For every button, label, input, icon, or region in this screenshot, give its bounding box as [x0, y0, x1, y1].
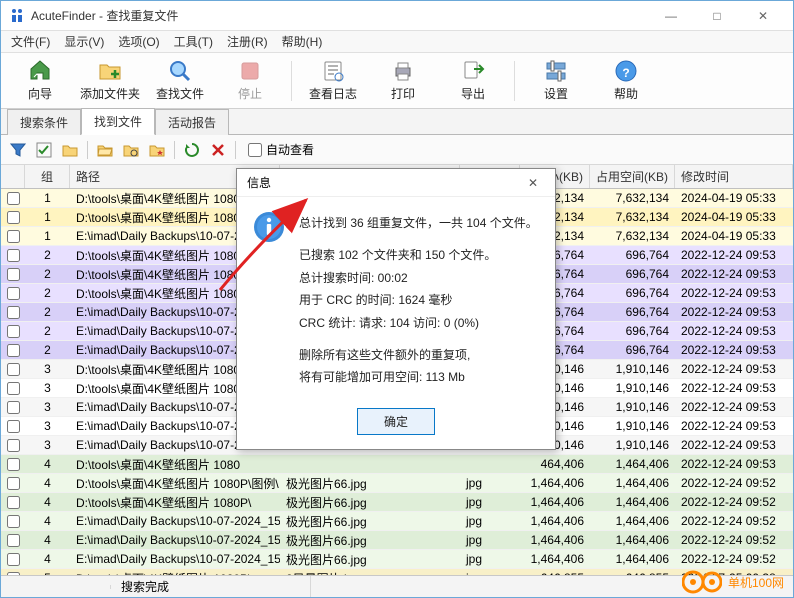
tab[interactable]: 找到文件: [81, 108, 155, 135]
minimize-button[interactable]: —: [649, 2, 693, 30]
column-header[interactable]: 修改时间: [675, 165, 793, 188]
row-checkbox[interactable]: [7, 439, 20, 452]
toolbar: 向导添加文件夹查找文件停止查看日志打印导出设置?帮助: [1, 53, 793, 109]
toolbar-addfolder-button[interactable]: 添加文件夹: [77, 57, 143, 105]
menu-item[interactable]: 文件(F): [5, 31, 56, 52]
table-row[interactable]: 4E:\imad\Daily Backups\10-07-2024_15...极…: [1, 512, 793, 531]
row-checkbox[interactable]: [7, 344, 20, 357]
toolbar-export-button[interactable]: 导出: [440, 57, 506, 105]
row-checkbox[interactable]: [7, 249, 20, 262]
dialog-summary: 总计找到 36 组重复文件，一共 104 个文件。: [299, 213, 539, 233]
row-checkbox[interactable]: [7, 496, 20, 509]
separator: [87, 141, 88, 159]
table-row[interactable]: 4D:\tools\桌面\4K壁纸图片 1080P\极光图片66.jpgjpg1…: [1, 493, 793, 512]
dialog-free: 将有可能增加可用空间: 113 Mb: [299, 367, 539, 387]
menu-item[interactable]: 注册(R): [221, 31, 274, 52]
dialog-stats: 已搜索 102 个文件夹和 150 个文件。: [299, 245, 539, 265]
row-checkbox[interactable]: [7, 363, 20, 376]
row-checkbox[interactable]: [7, 420, 20, 433]
menu-item[interactable]: 显示(V): [58, 31, 110, 52]
menu-item[interactable]: 选项(O): [112, 31, 165, 52]
row-checkbox[interactable]: [7, 268, 20, 281]
row-checkbox[interactable]: [7, 477, 20, 490]
dialog-title[interactable]: 信息: [237, 169, 555, 197]
tab[interactable]: 活动报告: [155, 109, 229, 135]
row-checkbox[interactable]: [7, 515, 20, 528]
app-icon: [9, 8, 25, 24]
row-checkbox[interactable]: [7, 211, 20, 224]
table-row[interactable]: 4E:\imad\Daily Backups\10-07-2024_15...极…: [1, 550, 793, 569]
refresh-icon[interactable]: [181, 139, 203, 161]
separator: [514, 61, 515, 101]
toolbar-stop-button: 停止: [217, 57, 283, 105]
folder-icon[interactable]: [59, 139, 81, 161]
row-checkbox[interactable]: [7, 382, 20, 395]
toolbar-settings-button[interactable]: 设置: [523, 57, 589, 105]
watermark: 单机100网: [682, 568, 784, 596]
column-header[interactable]: 占用空间(KB): [590, 165, 675, 188]
toolbar-search-button[interactable]: 查找文件: [147, 57, 213, 105]
row-checkbox[interactable]: [7, 572, 20, 576]
folder-star-icon[interactable]: [146, 139, 168, 161]
statusbar: 搜索完成: [1, 575, 793, 597]
folder-open-icon[interactable]: [94, 139, 116, 161]
info-dialog: 信息 ✕ 总计找到 36 组重复文件，一共 104 个文件。 已搜索 102 个…: [236, 168, 556, 450]
row-checkbox[interactable]: [7, 192, 20, 205]
delete-icon[interactable]: [207, 139, 229, 161]
maximize-button[interactable]: □: [695, 2, 739, 30]
row-checkbox[interactable]: [7, 534, 20, 547]
dialog-crc-time: 用于 CRC 的时间: 1624 毫秒: [299, 290, 539, 310]
separator: [174, 141, 175, 159]
toolbar-log-button[interactable]: 查看日志: [300, 57, 366, 105]
check-icon[interactable]: [33, 139, 55, 161]
dialog-time: 总计搜索时间: 00:02: [299, 268, 539, 288]
auto-view-checkbox[interactable]: 自动查看: [248, 141, 314, 158]
watermark-icon: [682, 568, 722, 596]
row-checkbox[interactable]: [7, 458, 20, 471]
row-checkbox[interactable]: [7, 306, 20, 319]
info-icon: [253, 211, 285, 243]
close-button[interactable]: ✕: [741, 2, 785, 30]
titlebar[interactable]: AcuteFinder - 查找重复文件 — □ ✕: [1, 1, 793, 31]
toolbar-help-button[interactable]: ?帮助: [593, 57, 659, 105]
table-row[interactable]: 5D:\tools\桌面\4K壁纸图片 1080P\out...2风景图片.jp…: [1, 569, 793, 575]
row-checkbox[interactable]: [7, 230, 20, 243]
separator: [235, 141, 236, 159]
svg-text:?: ?: [622, 66, 629, 80]
table-row[interactable]: 4D:\tools\桌面\4K壁纸图片 1080464,4061,464,406…: [1, 455, 793, 474]
folder-find-icon[interactable]: [120, 139, 142, 161]
table-row[interactable]: 4D:\tools\桌面\4K壁纸图片 1080P\图例\极光图片66.jpgj…: [1, 474, 793, 493]
window-title: AcuteFinder - 查找重复文件: [31, 7, 649, 24]
menu-item[interactable]: 帮助(H): [276, 31, 329, 52]
row-checkbox[interactable]: [7, 401, 20, 414]
tab[interactable]: 搜索条件: [7, 109, 81, 135]
row-checkbox[interactable]: [7, 287, 20, 300]
toolbar-print-button[interactable]: 打印: [370, 57, 436, 105]
row-checkbox[interactable]: [7, 325, 20, 338]
ok-button[interactable]: 确定: [357, 408, 435, 435]
column-header[interactable]: [1, 165, 25, 188]
separator: [291, 61, 292, 101]
dialog-crc-stats: CRC 统计: 请求: 104 访问: 0 (0%): [299, 313, 539, 333]
menu-item[interactable]: 工具(T): [168, 31, 219, 52]
status-label: 搜索完成: [111, 576, 311, 597]
row-checkbox[interactable]: [7, 553, 20, 566]
auto-view-label: 自动查看: [266, 141, 314, 158]
column-header[interactable]: 组: [25, 165, 70, 188]
menubar: 文件(F)显示(V)选项(O)工具(T)注册(R)帮助(H): [1, 31, 793, 53]
toolbar-wizard-button[interactable]: 向导: [7, 57, 73, 105]
small-toolbar: 自动查看: [1, 135, 793, 165]
dialog-close-button[interactable]: ✕: [513, 170, 553, 196]
dialog-del: 删除所有这些文件额外的重复项,: [299, 345, 539, 365]
filter-icon[interactable]: [7, 139, 29, 161]
tabs: 搜索条件找到文件活动报告: [1, 109, 793, 135]
table-row[interactable]: 4E:\imad\Daily Backups\10-07-2024_15...极…: [1, 531, 793, 550]
